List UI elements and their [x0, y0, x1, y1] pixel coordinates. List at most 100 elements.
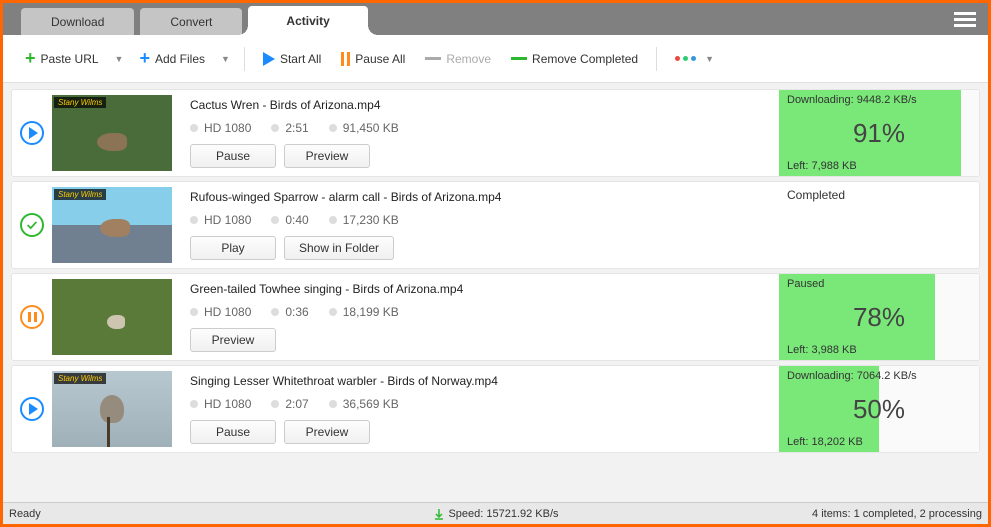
button-line: Pause Preview	[190, 420, 769, 444]
status-bar: Ready Speed: 15721.92 KB/s 4 items: 1 co…	[3, 502, 988, 524]
status-column	[12, 90, 52, 176]
remove-completed-button[interactable]: Remove Completed	[503, 47, 646, 71]
download-speed: Downloading: 7064.2 KB/s	[787, 370, 971, 382]
progress-percent: 50%	[787, 382, 971, 436]
info-column: Green-tailed Towhee singing - Birds of A…	[180, 274, 779, 360]
video-thumbnail[interactable]: Stany Wilms	[52, 187, 172, 263]
tab-strip: Download Convert Activity	[3, 3, 374, 35]
paste-url-button[interactable]: + Paste URL	[17, 43, 107, 74]
minus-icon	[425, 57, 441, 60]
playing-icon[interactable]	[20, 121, 44, 145]
speed-label: Speed: 15721.92 KB/s	[448, 508, 558, 520]
quality-label: HD 1080	[204, 397, 251, 411]
activity-item: Green-tailed Towhee singing - Birds of A…	[11, 273, 980, 361]
plus-icon: +	[139, 48, 150, 69]
start-all-label: Start All	[280, 52, 321, 66]
meta-line: HD 1080 0:40 17,230 KB	[190, 213, 769, 227]
remove-label: Remove	[446, 52, 491, 66]
status-column	[12, 182, 52, 268]
start-all-button[interactable]: Start All	[255, 47, 329, 71]
thumbnail-column: Stany Wilms	[52, 90, 180, 176]
app-window: Download Convert Activity + Paste URL ▼ …	[0, 0, 991, 527]
button-line: Play Show in Folder	[190, 236, 769, 260]
remove-completed-label: Remove Completed	[532, 52, 638, 66]
status-column	[12, 274, 52, 360]
bytes-left: Left: 18,202 KB	[787, 436, 971, 448]
activity-item: Stany Wilms Rufous-winged Sparrow - alar…	[11, 181, 980, 269]
activity-list: Stany Wilms Cactus Wren - Birds of Arizo…	[3, 83, 988, 502]
separator	[244, 47, 245, 71]
paused-icon[interactable]	[20, 305, 44, 329]
pause-icon	[341, 52, 350, 66]
item-title: Cactus Wren - Birds of Arizona.mp4	[190, 98, 769, 112]
activity-item: Stany Wilms Cactus Wren - Birds of Arizo…	[11, 89, 980, 177]
playing-icon[interactable]	[20, 397, 44, 421]
size-label: 36,569 KB	[343, 397, 399, 411]
info-column: Rufous-winged Sparrow - alarm call - Bir…	[180, 182, 779, 268]
preview-item-button[interactable]: Preview	[284, 144, 370, 168]
pause-all-label: Pause All	[355, 52, 405, 66]
paste-url-dropdown[interactable]: ▼	[111, 54, 128, 64]
chevron-down-icon: ▼	[701, 54, 718, 64]
quality-label: HD 1080	[204, 121, 251, 135]
button-line: Preview	[190, 328, 769, 352]
progress-percent: 78%	[787, 290, 971, 344]
meta-line: HD 1080 0:36 18,199 KB	[190, 305, 769, 319]
quality-label: HD 1080	[204, 213, 251, 227]
bytes-left: Left: 3,988 KB	[787, 344, 971, 356]
minus-icon	[511, 57, 527, 60]
more-options-button[interactable]: ▼	[667, 49, 726, 69]
meta-line: HD 1080 2:51 91,450 KB	[190, 121, 769, 135]
size-label: 18,199 KB	[343, 305, 399, 319]
size-label: 17,230 KB	[343, 213, 399, 227]
preview-item-button[interactable]: Preview	[284, 420, 370, 444]
add-files-dropdown[interactable]: ▼	[217, 54, 234, 64]
info-column: Cactus Wren - Birds of Arizona.mp4 HD 10…	[180, 90, 779, 176]
video-thumbnail[interactable]	[52, 279, 172, 355]
show-in-folder-button[interactable]: Show in Folder	[284, 236, 394, 260]
play-item-button[interactable]: Play	[190, 236, 276, 260]
speed-indicator: Speed: 15721.92 KB/s	[432, 508, 558, 520]
toolbar: + Paste URL ▼ + Add Files ▼ Start All Pa…	[3, 35, 988, 83]
duration-label: 0:40	[285, 213, 308, 227]
duration-label: 2:07	[285, 397, 308, 411]
activity-item: Stany Wilms Singing Lesser Whitethroat w…	[11, 365, 980, 453]
quality-label: HD 1080	[204, 305, 251, 319]
completed-icon[interactable]	[20, 213, 44, 237]
bytes-left: Left: 7,988 KB	[787, 160, 971, 172]
watermark: Stany Wilms	[54, 97, 106, 108]
pause-item-button[interactable]: Pause	[190, 144, 276, 168]
item-title: Rufous-winged Sparrow - alarm call - Bir…	[190, 190, 769, 204]
download-arrow-icon	[432, 508, 444, 520]
tab-download[interactable]: Download	[21, 8, 134, 35]
duration-label: 2:51	[285, 121, 308, 135]
status-column	[12, 366, 52, 452]
add-files-label: Add Files	[155, 52, 205, 66]
completed-label: Completed	[787, 188, 845, 202]
pause-all-button[interactable]: Pause All	[333, 47, 413, 71]
item-title: Singing Lesser Whitethroat warbler - Bir…	[190, 374, 769, 388]
ready-label: Ready	[9, 508, 41, 520]
size-label: 91,450 KB	[343, 121, 399, 135]
remove-button[interactable]: Remove	[417, 47, 499, 71]
progress-column: Downloading: 9448.2 KB/s 91% Left: 7,988…	[779, 90, 979, 176]
item-title: Green-tailed Towhee singing - Birds of A…	[190, 282, 769, 296]
hamburger-menu-icon[interactable]	[954, 9, 976, 30]
separator	[656, 47, 657, 71]
progress-percent: 91%	[787, 106, 971, 160]
video-thumbnail[interactable]: Stany Wilms	[52, 95, 172, 171]
add-files-button[interactable]: + Add Files	[131, 43, 213, 74]
plus-icon: +	[25, 48, 36, 69]
progress-column: Paused 78% Left: 3,988 KB	[779, 274, 979, 360]
tab-activity[interactable]: Activity	[248, 6, 367, 35]
paused-label: Paused	[787, 278, 971, 290]
tab-convert[interactable]: Convert	[140, 8, 242, 35]
watermark: Stany Wilms	[54, 373, 106, 384]
duration-label: 0:36	[285, 305, 308, 319]
video-thumbnail[interactable]: Stany Wilms	[52, 371, 172, 447]
completed-column: Completed	[779, 182, 979, 268]
pause-item-button[interactable]: Pause	[190, 420, 276, 444]
preview-item-button[interactable]: Preview	[190, 328, 276, 352]
button-line: Pause Preview	[190, 144, 769, 168]
dots-icon	[675, 56, 696, 61]
